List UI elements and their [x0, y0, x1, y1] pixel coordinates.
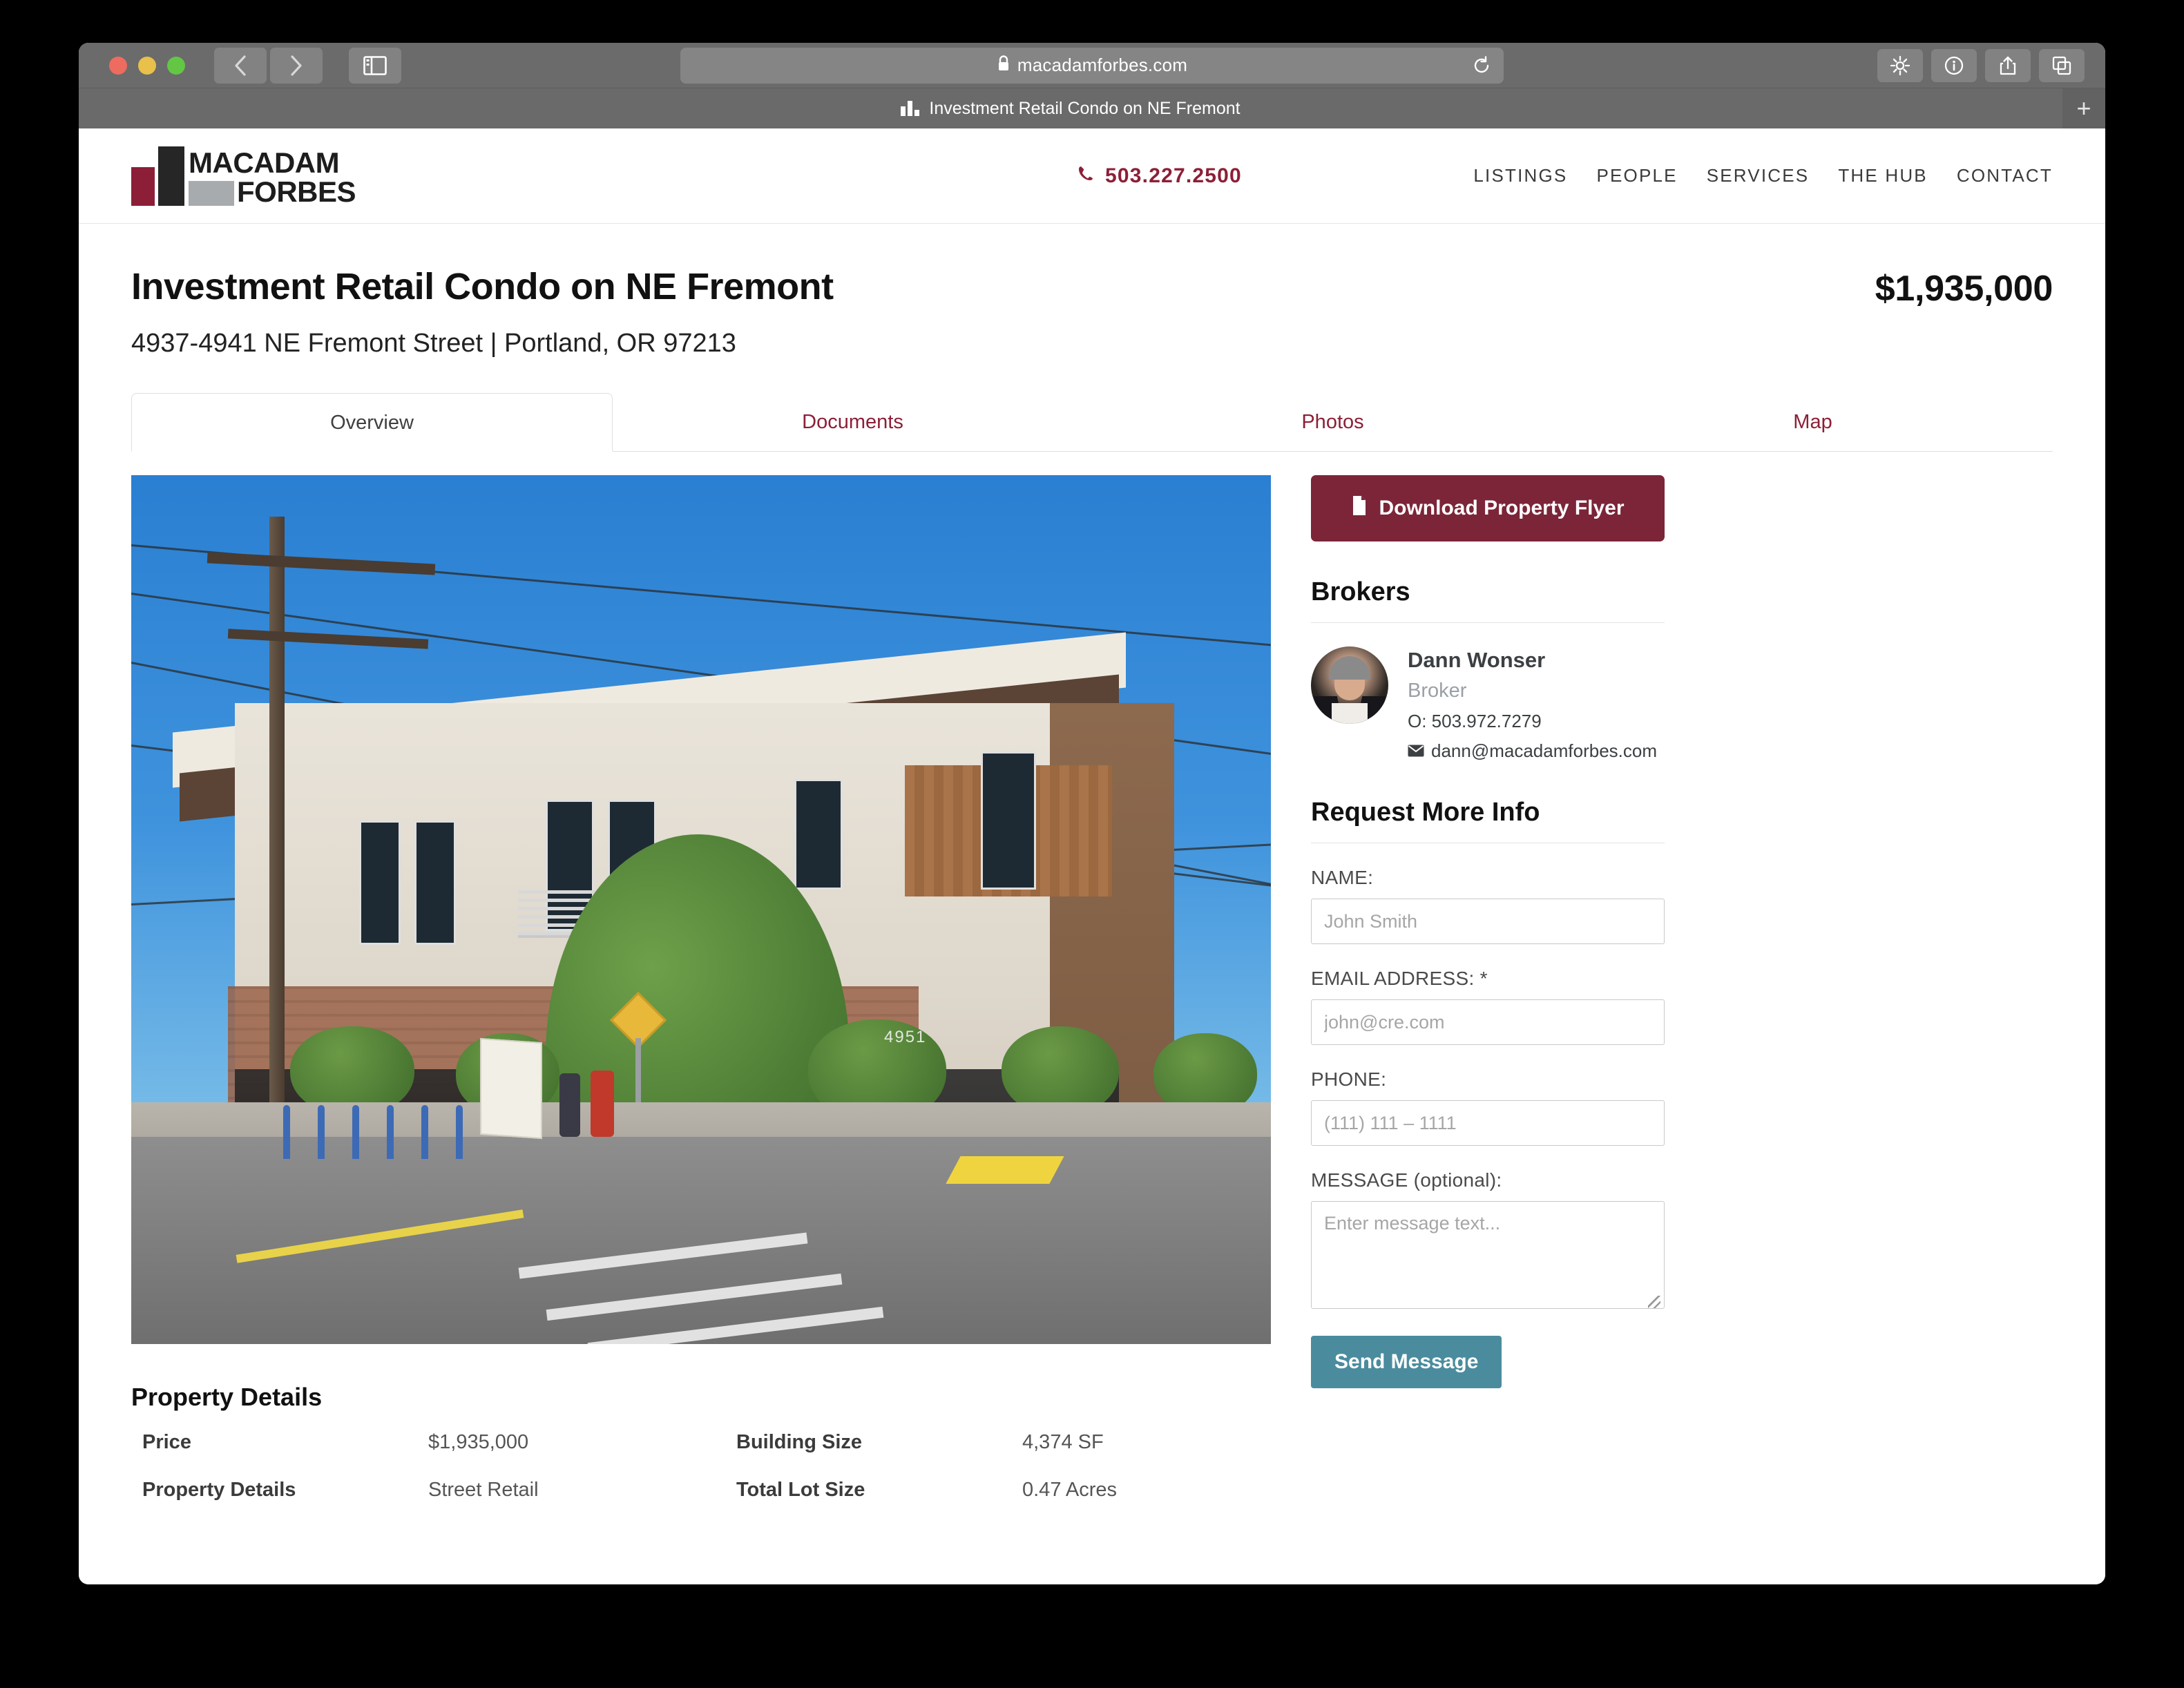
- address-bar[interactable]: macadamforbes.com: [680, 47, 1504, 84]
- broker-email-link[interactable]: dann@macadamforbes.com: [1408, 740, 1657, 762]
- gear-icon[interactable]: [1877, 48, 1923, 82]
- lock-icon: [997, 55, 1010, 76]
- browser-titlebar: macadamforbes.com: [79, 43, 2105, 88]
- site-header: MACADAM FORBES 503.227.2500 LISTINGS PEO…: [79, 128, 2105, 224]
- detail-label: Total Lot Size: [736, 1479, 865, 1501]
- listing-tabs: Overview Documents Photos Map: [131, 393, 2053, 452]
- browser-window: macadamforbes.com Investment Retail Cond…: [79, 43, 2105, 1584]
- logo-line-1: MACADAM: [189, 146, 340, 179]
- detail-value: 0.47 Acres: [1022, 1479, 1118, 1501]
- sidebar-toggle-button[interactable]: [349, 47, 401, 84]
- logo-line-2: FORBES: [237, 175, 356, 208]
- envelope-icon: [1408, 740, 1424, 762]
- forward-button[interactable]: [270, 47, 323, 84]
- detail-label: Building Size: [736, 1431, 863, 1453]
- minimize-window-button[interactable]: [138, 56, 156, 75]
- listing-content: Investment Retail Condo on NE Fremont $1…: [79, 224, 2105, 1502]
- message-label: MESSAGE (optional):: [1311, 1169, 1502, 1191]
- property-photo[interactable]: 4951: [131, 475, 1271, 1344]
- reload-button[interactable]: [1469, 53, 1494, 78]
- share-icon[interactable]: [1985, 48, 2031, 82]
- detail-value: Street Retail: [428, 1479, 539, 1501]
- detail-label: Price: [142, 1431, 191, 1453]
- tab-strip: Investment Retail Condo on NE Fremont +: [79, 88, 2105, 128]
- nav-item-contact[interactable]: CONTACT: [1957, 165, 2053, 186]
- email-label: EMAIL ADDRESS: *: [1311, 968, 1488, 989]
- brokers-heading: Brokers: [1311, 577, 1665, 623]
- page-content: MACADAM FORBES 503.227.2500 LISTINGS PEO…: [79, 128, 2105, 1584]
- header-phone-link[interactable]: 503.227.2500: [1077, 164, 1242, 188]
- nav-item-the-hub[interactable]: THE HUB: [1838, 165, 1928, 186]
- nav-item-listings[interactable]: LISTINGS: [1473, 165, 1567, 186]
- request-info-heading: Request More Info: [1311, 798, 1665, 843]
- tab-photos[interactable]: Photos: [1093, 393, 1573, 451]
- broker-phone: O: 503.972.7279: [1408, 711, 1542, 731]
- pedestrian: [591, 1071, 614, 1137]
- nav-item-people[interactable]: PEOPLE: [1596, 165, 1677, 186]
- tab-documents[interactable]: Documents: [613, 393, 1093, 451]
- road: [131, 1137, 1271, 1344]
- detail-value: 4,374 SF: [1022, 1431, 1104, 1453]
- download-property-flyer-button[interactable]: Download Property Flyer: [1311, 475, 1665, 541]
- detail-label: Property Details: [142, 1479, 296, 1501]
- navigation-buttons: [214, 47, 323, 84]
- sandwich-board-sign: [480, 1037, 542, 1140]
- name-input[interactable]: [1311, 899, 1665, 944]
- phone-label: PHONE:: [1311, 1068, 1387, 1090]
- tabs-icon[interactable]: [2039, 48, 2085, 82]
- maximize-window-button[interactable]: [167, 56, 185, 75]
- pedestrian: [559, 1073, 580, 1137]
- broker-card: Dann Wonser Broker O: 503.972.7279 dann@…: [1311, 646, 1665, 762]
- broker-email-text: dann@macadamforbes.com: [1431, 740, 1657, 761]
- close-window-button[interactable]: [109, 56, 127, 75]
- property-details-heading: Property Details: [131, 1383, 323, 1411]
- page-title: Investment Retail Condo on NE Fremont: [131, 266, 834, 307]
- detail-value: $1,935,000: [428, 1431, 529, 1453]
- property-details-table: Price $1,935,000 Building Size 4,374 SF …: [131, 1431, 1271, 1502]
- url-text: macadamforbes.com: [1017, 55, 1188, 75]
- main-navigation: LISTINGS PEOPLE SERVICES THE HUB CONTACT: [1473, 165, 2053, 186]
- send-message-button[interactable]: Send Message: [1311, 1336, 1502, 1388]
- listing-sidebar: Download Property Flyer Brokers Dann Won…: [1311, 475, 1665, 1502]
- tab-map[interactable]: Map: [1573, 393, 2053, 451]
- broker-role: Broker: [1408, 680, 1467, 702]
- broker-name[interactable]: Dann Wonser: [1408, 648, 1657, 673]
- new-tab-button[interactable]: +: [2062, 88, 2105, 128]
- phone-number: 503.227.2500: [1105, 164, 1242, 187]
- phone-icon: [1077, 164, 1095, 188]
- info-icon[interactable]: [1931, 48, 1977, 82]
- building-address-number: 4951: [884, 1028, 927, 1046]
- message-textarea[interactable]: [1311, 1201, 1665, 1309]
- logo-gray-box: [189, 180, 234, 206]
- phone-input[interactable]: [1311, 1100, 1665, 1146]
- email-input[interactable]: [1311, 999, 1665, 1045]
- back-button[interactable]: [214, 47, 267, 84]
- logo-wordmark: MACADAM FORBES: [189, 146, 356, 206]
- listing-price: $1,935,000: [1875, 269, 2053, 309]
- site-logo[interactable]: MACADAM FORBES: [131, 146, 356, 206]
- flyer-button-label: Download Property Flyer: [1379, 497, 1625, 519]
- avatar: [1311, 646, 1388, 724]
- listing-main-column: 4951 Property Details Price $1,935,000 B…: [131, 475, 1271, 1502]
- tab-title: Investment Retail Condo on NE Fremont: [929, 98, 1241, 118]
- chart-favicon-icon: [901, 101, 920, 116]
- browser-toolbar: [1877, 48, 2085, 82]
- curb-ramp-pad: [946, 1156, 1064, 1184]
- listing-address: 4937-4941 NE Fremont Street | Portland, …: [131, 329, 736, 358]
- tab-overview[interactable]: Overview: [131, 393, 613, 452]
- browser-tab[interactable]: Investment Retail Condo on NE Fremont: [79, 88, 2062, 128]
- nav-item-services[interactable]: SERVICES: [1707, 165, 1810, 186]
- window-controls: [109, 56, 185, 75]
- utility-pole: [269, 517, 285, 1138]
- listing-header: Investment Retail Condo on NE Fremont $1…: [131, 265, 2053, 309]
- name-label: NAME:: [1311, 867, 1374, 888]
- logo-bars-icon: [131, 146, 184, 206]
- document-icon: [1351, 495, 1368, 521]
